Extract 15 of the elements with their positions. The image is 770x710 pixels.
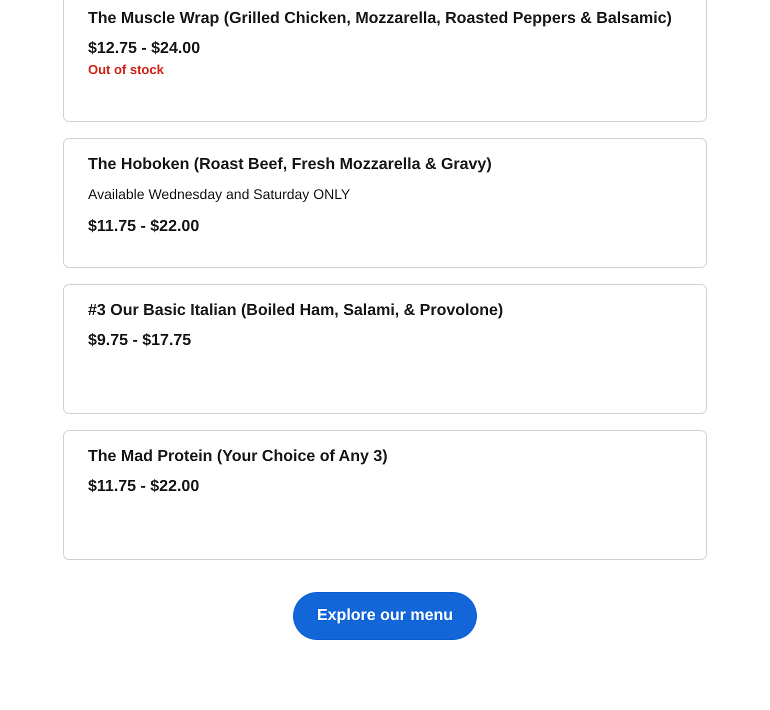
item-price: $11.75 - $22.00 <box>88 217 200 237</box>
menu-item-card[interactable]: The Hoboken (Roast Beef, Fresh Mozzarella & Gravy) Available Wednesday and Saturday ONLY $11.75 - $22.00 <box>63 138 707 268</box>
item-price: $11.75 - $22.00 <box>88 477 200 497</box>
item-title: The Muscle Wrap (Grilled Chicken, Mozzarella, Roasted Peppers & Balsamic) <box>88 9 673 29</box>
item-price: $12.75 - $24.00 <box>88 39 202 59</box>
item-title: The Hoboken (Roast Beef, Fresh Mozzarella & Gravy) <box>88 155 493 175</box>
menu-item-card[interactable]: The Mad Protein (Your Choice of Any 3) $11.75 - $22.00 <box>63 430 707 560</box>
menu-item-card[interactable]: The Muscle Wrap (Grilled Chicken, Mozzarella, Roasted Peppers & Balsamic) $12.75 - $24.00 Out of stock <box>63 0 707 122</box>
explore-menu-button[interactable]: Explore our menu <box>292 592 478 640</box>
stock-status: Out of stock <box>88 61 165 79</box>
menu-item-card[interactable]: #3 Our Basic Italian (Boiled Ham, Salami, & Provolone) $9.75 - $17.75 <box>63 284 707 414</box>
item-title: The Mad Protein (Your Choice of Any 3) <box>88 447 389 467</box>
item-description: Available Wednesday and Saturday ONLY <box>88 185 352 203</box>
item-title: #3 Our Basic Italian (Boiled Ham, Salami, & Provolone) <box>88 301 504 321</box>
item-price: $9.75 - $17.75 <box>88 331 192 351</box>
